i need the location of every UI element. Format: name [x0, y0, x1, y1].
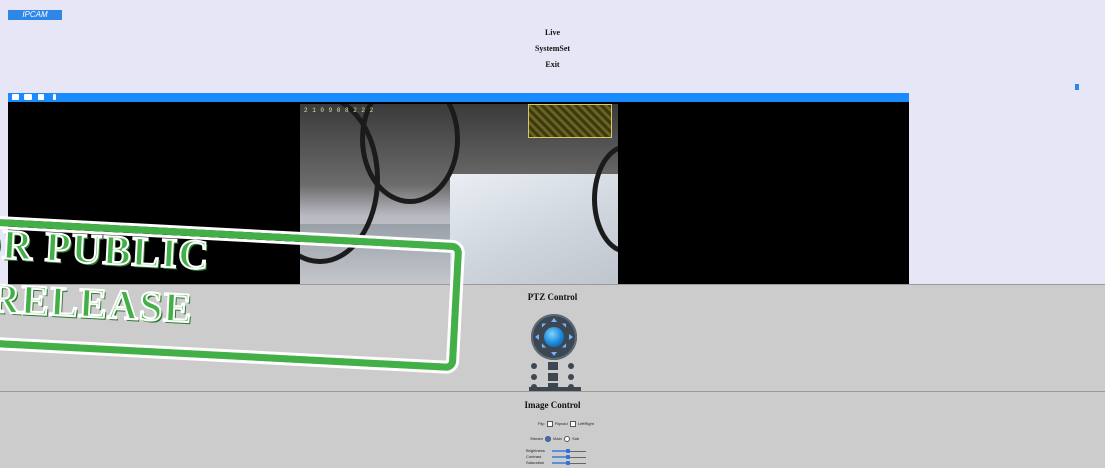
snapshot-icon[interactable] — [38, 94, 44, 100]
saturation-slider-track[interactable] — [570, 463, 586, 464]
stream-row: Stream Main Sub — [530, 436, 579, 442]
nav-exit[interactable]: Exit — [0, 60, 1105, 69]
feed-timestamp: 2 1 0 9 0 8 2 2 2 — [304, 107, 374, 114]
brightness-label: Brightness — [526, 448, 545, 453]
zoom-out-icon[interactable] — [531, 363, 537, 369]
focus-icon — [548, 373, 558, 381]
speaker-icon[interactable] — [12, 94, 19, 100]
user-icon — [1075, 84, 1079, 90]
header: IPCAM Live SystemSet Exit — [0, 0, 1105, 88]
ptz-speed-bar[interactable] — [529, 387, 581, 391]
user-status — [1075, 84, 1081, 90]
record-icon[interactable] — [24, 94, 32, 100]
image-control-panel: Image Control Flip Flipvad LeftRight Str… — [0, 392, 1105, 468]
stream-sub-radio[interactable] — [563, 436, 570, 442]
flip-option-label: Flipvad — [554, 421, 568, 427]
ptz-right-icon[interactable] — [569, 334, 573, 340]
stamp-line-2: RELEASE — [0, 275, 195, 334]
zoom-icon — [548, 362, 558, 370]
right-panel — [910, 86, 1105, 284]
mirror-checkbox[interactable] — [569, 421, 576, 427]
flip-row: Flip Flipvad LeftRight — [538, 421, 594, 427]
contrast-label: Contrast — [526, 454, 542, 459]
focus-far-icon[interactable] — [568, 374, 574, 380]
public-release-stamp: OR PUBLIC RELEASE — [0, 216, 463, 372]
logo-tab[interactable]: IPCAM — [8, 10, 62, 20]
focus-near-icon[interactable] — [531, 374, 537, 380]
nav-live[interactable]: Live — [0, 28, 1105, 37]
ptz-direction-wheel — [531, 314, 577, 360]
flip-label: Flip — [538, 421, 545, 427]
brightness-slider-track[interactable] — [570, 451, 586, 452]
stream-label: Stream — [530, 436, 543, 442]
ptz-center-button[interactable] — [544, 327, 564, 347]
image-control-title: Image Control — [524, 400, 581, 410]
contrast-slider-track[interactable] — [570, 457, 586, 458]
ptz-up-left-icon[interactable] — [539, 321, 547, 328]
stream-sub-label: Sub — [572, 436, 580, 442]
ptz-left-icon[interactable] — [535, 334, 539, 340]
ptz-up-right-icon[interactable] — [561, 321, 569, 328]
mirror-option-label: LeftRight — [577, 421, 594, 427]
feed-poster — [528, 104, 612, 138]
ptz-down-left-icon[interactable] — [539, 343, 547, 350]
stream-main-radio[interactable] — [545, 436, 552, 442]
nav-systemset[interactable]: SystemSet — [0, 44, 1105, 53]
microphone-icon[interactable] — [53, 94, 56, 100]
stream-main-label: Main — [553, 436, 562, 442]
flip-checkbox[interactable] — [546, 421, 553, 427]
saturation-label: Saturation — [526, 460, 545, 465]
ptz-down-icon[interactable] — [551, 352, 557, 356]
ptz-down-right-icon[interactable] — [561, 343, 569, 350]
ptz-up-icon[interactable] — [551, 318, 557, 322]
zoom-in-icon[interactable] — [568, 363, 574, 369]
video-toolbar — [8, 93, 909, 102]
